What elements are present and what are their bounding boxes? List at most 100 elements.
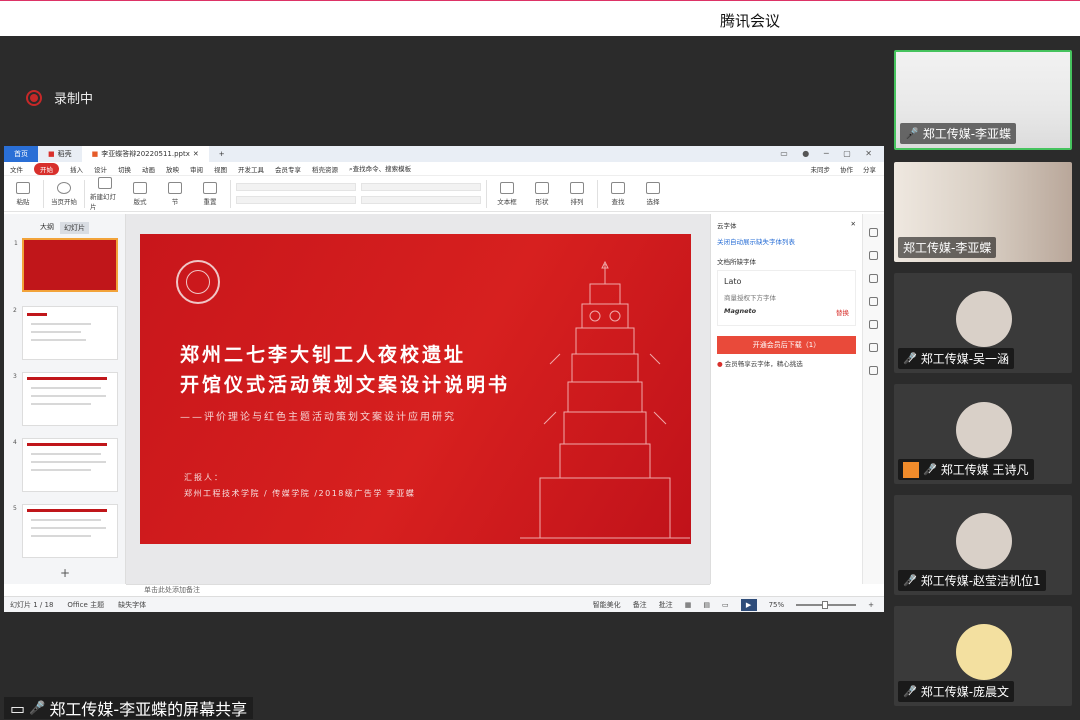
paragraph-controls[interactable] xyxy=(361,183,481,204)
find-button[interactable]: 查找 xyxy=(603,181,633,206)
menu-resources[interactable]: 稻壳资源 xyxy=(312,164,338,174)
avatar xyxy=(956,624,1012,680)
participant-tile[interactable]: 🎤 郑工传媒-李亚蝶 xyxy=(894,50,1072,150)
missing-fonts-title: 文档所缺字体 xyxy=(717,258,756,266)
arrange-button[interactable]: 排列 xyxy=(562,181,592,206)
view-reading-icon[interactable]: ▭ xyxy=(722,601,729,609)
auto-show-link[interactable]: 关闭自动展示缺失字体列表 xyxy=(711,236,862,246)
slide-canvas: 郑州二七李大钊工人夜校遗址 开馆仪式活动策划文案设计说明书 ——评价理论与红色主… xyxy=(126,214,710,584)
notes-toggle[interactable]: 备注 xyxy=(633,600,647,610)
divider xyxy=(43,179,44,208)
paste-button[interactable]: 粘贴 xyxy=(8,181,38,206)
slide-thumbnail[interactable]: 3 xyxy=(13,372,118,426)
cloud-font-pane: 云字体 ✕ 关闭自动展示缺失字体列表 文档所缺字体 Lato 商量授权下方字体 … xyxy=(710,214,862,584)
menu-right: 未同步 协作 分享 xyxy=(811,164,885,174)
menu-slideshow[interactable]: 放映 xyxy=(166,164,179,174)
menu-insert[interactable]: 插入 xyxy=(70,164,83,174)
download-button[interactable]: 开通会员后下载（1） xyxy=(717,336,856,354)
view-sorter-icon[interactable]: ▤ xyxy=(703,601,710,609)
slideshow-button[interactable]: ▶ xyxy=(740,598,757,611)
menu-file[interactable]: 文件 xyxy=(10,164,23,174)
slide-thumbnail[interactable]: 4 xyxy=(13,438,118,492)
font-card[interactable]: Lato 商量授权下方字体 Magneto 替换 xyxy=(717,270,856,326)
menu-animation[interactable]: 动画 xyxy=(142,164,155,174)
participant-tile[interactable]: 🎤̸ 郑工传媒-庞晨文 xyxy=(894,606,1072,706)
new-tab-button[interactable]: + xyxy=(209,146,235,162)
animation-icon[interactable] xyxy=(869,251,878,260)
slide-current[interactable]: 郑州二七李大钊工人夜校遗址 开馆仪式活动策划文案设计说明书 ——评价理论与红色主… xyxy=(140,234,691,544)
properties-icon[interactable] xyxy=(869,228,878,237)
slide-thumbnail[interactable]: 1 xyxy=(14,238,118,292)
info-icon: ● xyxy=(717,360,723,368)
participant-tile[interactable]: 郑工传媒-李亚蝶 xyxy=(894,162,1072,262)
participant-tile[interactable]: 🎤̸ 郑工传媒-吴一涵 xyxy=(894,273,1072,373)
pane-title: 云字体 xyxy=(717,222,737,230)
menu-review[interactable]: 审阅 xyxy=(190,164,203,174)
section-button[interactable]: 节 xyxy=(160,181,190,206)
menu-member[interactable]: 会员专享 xyxy=(275,164,301,174)
menu-transition[interactable]: 切换 xyxy=(118,164,131,174)
participant-label: 🎤 郑工传媒-李亚蝶 xyxy=(900,123,1017,144)
mic-muted-icon: 🎤̸ xyxy=(903,685,917,698)
shared-screen: 首页 ■ 稻壳 ■ 李亚蝶答辩20220511.pptx ✕ + ▭ ● ─ ▢ ✕ … xyxy=(4,146,884,612)
status-right: 智能美化 备注 批注 ▦ ▤ ▭ ▶ 75% + xyxy=(593,598,884,611)
reset-button[interactable]: 重置 xyxy=(195,181,225,206)
participant-label: 郑工传媒-李亚蝶 xyxy=(898,237,997,258)
app-title: 腾讯会议 xyxy=(720,12,781,30)
replace-link[interactable]: 替换 xyxy=(836,307,849,317)
comments-toggle[interactable]: 批注 xyxy=(659,600,673,610)
menu-developer[interactable]: 开发工具 xyxy=(238,164,264,174)
menu-design[interactable]: 设计 xyxy=(94,164,107,174)
textbox-button[interactable]: 文本框 xyxy=(492,181,522,206)
collab-button[interactable]: 协作 xyxy=(840,164,853,174)
close-icon[interactable]: ✕ xyxy=(193,146,199,162)
play-from-current-button[interactable]: 当页开始 xyxy=(49,181,79,206)
add-slide-button[interactable]: + xyxy=(60,566,70,580)
layout-button[interactable]: 版式 xyxy=(125,181,155,206)
theme-name: Office 主题 xyxy=(67,600,105,609)
recording-indicator[interactable]: 录制中 xyxy=(26,88,93,107)
tab-pptx[interactable]: ■ 李亚蝶答辩20220511.pptx ✕ xyxy=(81,146,209,162)
participant-tile[interactable]: 🎤̸ 郑工传媒 王诗凡 xyxy=(894,384,1072,484)
sync-status[interactable]: 未同步 xyxy=(811,164,831,174)
font-controls[interactable] xyxy=(236,183,356,204)
slide-thumbnail[interactable]: 2 xyxy=(13,306,118,360)
avatar xyxy=(956,291,1012,347)
select-button[interactable]: 选择 xyxy=(638,181,668,206)
slide-counter: 幻灯片 1 / 18 xyxy=(10,600,54,609)
menu-search[interactable]: ⌕查找命令、搜索模板 xyxy=(349,163,411,174)
beautify-button[interactable]: 智能美化 xyxy=(593,600,621,610)
participant-tile[interactable]: 🎤̸ 郑工传媒-赵莹洁机位1 xyxy=(894,495,1072,595)
menu-start[interactable]: 开始 xyxy=(34,162,59,175)
tab-docer[interactable]: ■ 稻壳 xyxy=(38,146,82,162)
tab-slides[interactable]: 幻灯片 xyxy=(60,222,89,234)
participant-label: 🎤̸ 郑工传媒-赵莹洁机位1 xyxy=(898,570,1046,591)
tab-outline[interactable]: 大纲 xyxy=(40,222,54,234)
notes-field[interactable]: 单击此处添加备注 xyxy=(126,584,710,596)
window-controls[interactable]: ▭ ● ─ ▢ ✕ xyxy=(780,149,878,158)
tab-home[interactable]: 首页 xyxy=(4,146,38,162)
settings-icon[interactable] xyxy=(869,343,878,352)
member-note: ● 会员畅享云字体，精心挑选 xyxy=(717,360,803,368)
missing-font-status[interactable]: 缺失字体 xyxy=(118,600,146,610)
shape-button[interactable]: 形状 xyxy=(527,181,557,206)
slide-reporter-label: 汇报人： xyxy=(184,473,224,482)
slide-thumbnail[interactable]: 5 xyxy=(13,504,118,558)
slide-subtitle: ——评价理论与红色主题活动策划文案设计应用研究 xyxy=(180,412,456,423)
help-icon[interactable] xyxy=(869,297,878,306)
close-icon[interactable]: ✕ xyxy=(851,220,856,230)
ribbon-menu: 文件 开始 插入 设计 切换 动画 放映 审阅 视图 开发工具 会员专享 稻壳资… xyxy=(4,162,884,176)
new-slide-button[interactable]: 新建幻灯片 xyxy=(90,176,120,211)
zoom-slider[interactable] xyxy=(796,600,857,609)
zoom-level[interactable]: 75% xyxy=(769,601,785,609)
participant-list: 🎤 郑工传媒-李亚蝶 郑工传媒-李亚蝶 🎤̸ 郑工传媒-吴一涵 🎤̸ 郑工传媒 王诗凡… xyxy=(884,36,1080,719)
share-button[interactable]: 分享 xyxy=(863,164,876,174)
font-icon[interactable] xyxy=(869,366,878,375)
view-normal-icon[interactable]: ▦ xyxy=(685,601,692,609)
zoom-in-button[interactable]: + xyxy=(868,601,874,609)
tower-illustration xyxy=(520,260,690,539)
backup-icon[interactable] xyxy=(869,320,878,329)
app-titlebar: 腾讯会议 xyxy=(0,0,1080,36)
menu-view[interactable]: 视图 xyxy=(214,164,227,174)
transition-icon[interactable] xyxy=(869,274,878,283)
